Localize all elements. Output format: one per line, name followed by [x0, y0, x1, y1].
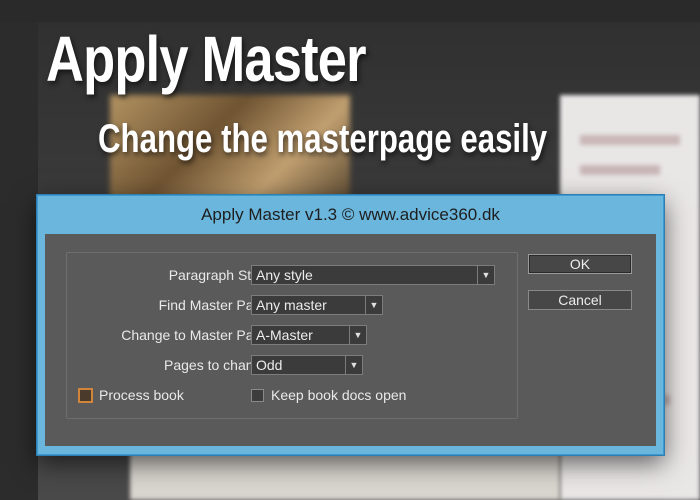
dialog-frame-left: [38, 234, 45, 454]
dialog-frame-right: [656, 234, 663, 454]
pages-to-change-select[interactable]: Odd ▼: [251, 355, 363, 375]
process-book-label: Process book: [99, 387, 184, 403]
apply-master-dialog: Apply Master v1.3 © www.advice360.dk Par…: [37, 195, 664, 455]
chevron-down-icon: ▼: [345, 356, 362, 374]
chevron-down-icon: ▼: [365, 296, 382, 314]
background-toolbar: [0, 0, 700, 22]
chevron-down-icon: ▼: [477, 266, 494, 284]
promo-subheadline: Change the masterpage easily: [98, 117, 548, 161]
find-master-page-value: Any master: [256, 297, 327, 313]
pages-to-change-value: Odd: [256, 357, 283, 373]
dialog-frame-bottom: [38, 446, 663, 454]
dialog-title: Apply Master v1.3 © www.advice360.dk: [201, 205, 500, 224]
paragraph-style-value: Any style: [256, 267, 313, 283]
dialog-titlebar[interactable]: Apply Master v1.3 © www.advice360.dk: [38, 196, 663, 234]
promo-headline: Apply Master: [46, 23, 367, 95]
process-book-checkbox[interactable]: [78, 388, 93, 403]
cancel-button[interactable]: Cancel: [528, 290, 632, 310]
chevron-down-icon: ▼: [349, 326, 366, 344]
background-document-bottom: [130, 450, 560, 500]
change-to-master-page-select[interactable]: A-Master ▼: [251, 325, 367, 345]
keep-book-docs-open-checkbox[interactable]: [251, 389, 264, 402]
background-sidebar: [0, 22, 38, 500]
keep-book-docs-open-label: Keep book docs open: [271, 387, 407, 403]
options-panel: Paragraph Style: Any style ▼ Find Master…: [66, 252, 518, 419]
paragraph-style-select[interactable]: Any style ▼: [251, 265, 495, 285]
change-to-master-page-value: A-Master: [256, 327, 313, 343]
find-master-page-select[interactable]: Any master ▼: [251, 295, 383, 315]
ok-button[interactable]: OK: [528, 254, 632, 274]
